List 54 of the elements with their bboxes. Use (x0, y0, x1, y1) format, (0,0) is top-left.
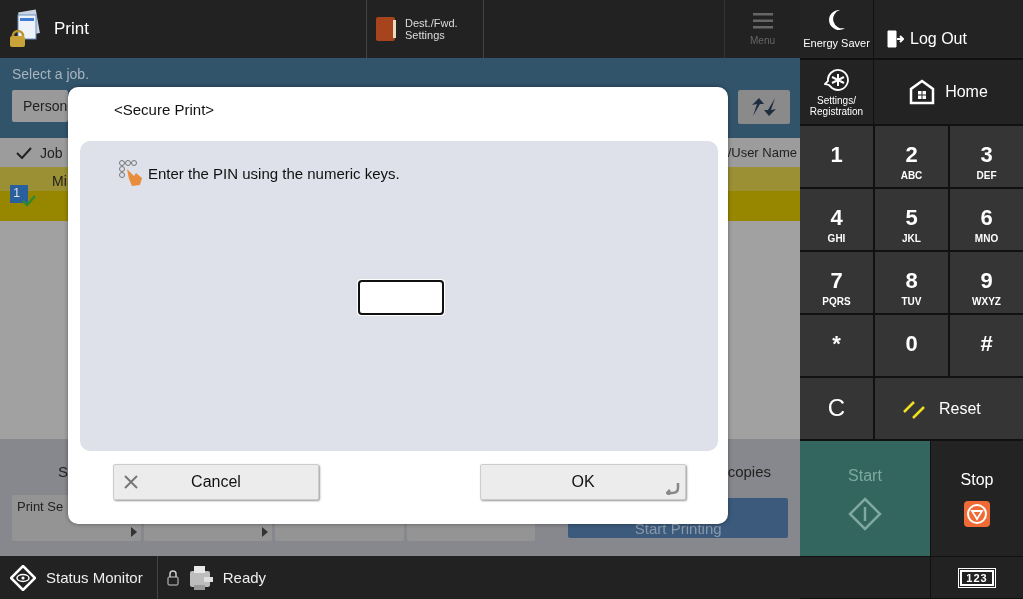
keypad-touch-icon (118, 159, 144, 187)
cancel-button[interactable]: Cancel (113, 464, 319, 500)
keypad-toggle-button[interactable]: 123 (931, 557, 1023, 598)
stop-button[interactable]: Stop (931, 441, 1023, 556)
keypad-key[interactable]: 6 MNO (950, 189, 1023, 250)
keypad-key[interactable]: 5 JKL (875, 189, 948, 250)
keypad-key[interactable]: # (950, 315, 1023, 376)
reset-icon (903, 398, 925, 419)
keypad-key[interactable]: 3 DEF (950, 126, 1023, 187)
keypad-key[interactable]: * (800, 315, 873, 376)
clear-key[interactable]: C (800, 378, 873, 439)
dialog-message: Enter the PIN using the numeric keys. (148, 164, 400, 182)
ok-button[interactable]: OK (480, 464, 686, 500)
pin-field[interactable] (358, 280, 444, 315)
keypad-key[interactable]: 9 WXYZ (950, 252, 1023, 313)
settings-icon (823, 67, 850, 92)
settings-registration-button[interactable]: Settings/ Registration (800, 60, 873, 124)
keypad-key[interactable]: 0 (875, 315, 948, 376)
job-name: Mi (52, 173, 67, 191)
app-title: Print (54, 19, 89, 39)
keypad-key[interactable]: 1 (800, 126, 873, 187)
menu-icon (752, 12, 773, 29)
energy-saver-button[interactable]: Energy Saver (800, 0, 873, 58)
arrow-icon (262, 527, 269, 537)
arrow-icon (130, 527, 137, 537)
keypad-key[interactable]: 2 ABC (875, 126, 948, 187)
keypad-key[interactable]: 7 PQRS (800, 252, 873, 313)
book-icon (375, 16, 397, 42)
keypad-key[interactable]: 4 GHI (800, 189, 873, 250)
copies-label: copies (727, 462, 771, 480)
column-header: Job (40, 144, 63, 161)
start-icon (848, 496, 882, 531)
settings-label: S (58, 462, 68, 480)
keypad-key[interactable]: 8 TUV (875, 252, 948, 313)
print-lock-icon (8, 9, 42, 49)
lock-icon (166, 569, 179, 586)
reset-key[interactable]: Reset (875, 378, 1023, 439)
filter-button[interactable]: Person (12, 90, 68, 122)
moon-icon (827, 9, 846, 31)
instruction-text: Select a job. (12, 66, 90, 82)
stop-icon (964, 500, 990, 527)
home-icon (909, 79, 936, 105)
column-header: /User Name (727, 145, 797, 160)
log-out-button[interactable]: Log Out (874, 0, 1023, 58)
check-icon (16, 146, 32, 159)
home-button[interactable]: Home (874, 60, 1023, 124)
log-out-icon (886, 30, 904, 48)
address-book-button[interactable]: Dest./Fwd. Settings (366, 0, 484, 58)
eye-icon (10, 564, 36, 591)
enter-icon (666, 483, 680, 495)
refresh-button[interactable] (738, 90, 790, 124)
dialog-title: <Secure Print> (114, 101, 215, 118)
close-icon (124, 475, 138, 489)
status-text: Ready (222, 569, 267, 586)
